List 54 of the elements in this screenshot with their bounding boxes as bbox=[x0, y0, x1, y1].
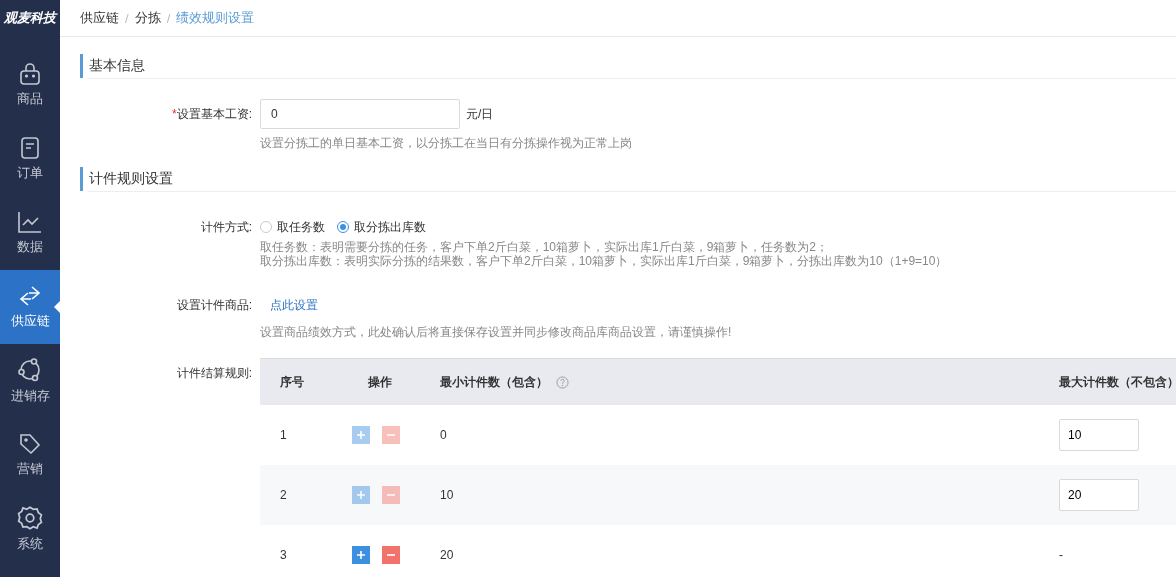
table-cell-text: - bbox=[1059, 548, 1064, 562]
table-cell-text: 1 bbox=[279, 428, 288, 442]
active-indicator bbox=[54, 301, 60, 313]
table-cell-text: 20 bbox=[439, 548, 455, 562]
plus-icon bbox=[356, 430, 366, 440]
settings-link[interactable]: 点此设置 bbox=[270, 296, 318, 314]
required-mark: * bbox=[172, 107, 177, 121]
column-header: 最小计件数（包含） bbox=[430, 373, 1059, 391]
nav-item[interactable]: 商品 bbox=[0, 48, 60, 122]
nav-item[interactable]: 系统 bbox=[0, 492, 60, 566]
table-cell-text: 0 bbox=[439, 428, 448, 442]
hint-text: 设置商品绩效方式，此处确认后将直接保存设置并同步修改商品库商品设置，请谨慎操作! bbox=[260, 325, 732, 339]
field-label: 设置计件商品: bbox=[175, 297, 252, 314]
nav-item[interactable]: 供应链 bbox=[0, 270, 60, 344]
salary-input[interactable]: 0 bbox=[260, 99, 460, 129]
column-header: 操作 bbox=[367, 373, 393, 391]
chart-icon bbox=[17, 210, 43, 234]
field-label: 计件方式: bbox=[199, 219, 252, 236]
hint-text: 取任务数：表明需要分拣的任务，客户下单2斤白菜，10箱萝卜，实际出库1斤白菜，9箱萝卜，任务数为2； bbox=[260, 240, 830, 254]
bag-icon bbox=[18, 62, 42, 86]
remove-row-button[interactable] bbox=[382, 546, 400, 564]
max-count-input[interactable]: 20 bbox=[1059, 479, 1139, 511]
cycle-icon bbox=[17, 357, 43, 383]
breadcrumb-item[interactable]: 分拣 bbox=[134, 9, 161, 27]
unit-label: 元/日 bbox=[466, 105, 494, 123]
column-header: 最大计件数（不包含） bbox=[1059, 373, 1176, 391]
table-cell-text: 3 bbox=[279, 548, 288, 562]
settings-icon bbox=[17, 505, 43, 531]
table-cell-text: 10 bbox=[439, 488, 455, 502]
nav-item[interactable]: 进销存 bbox=[0, 344, 60, 418]
swap-arrows-icon bbox=[17, 284, 43, 308]
plus-icon bbox=[356, 550, 366, 560]
document-icon bbox=[18, 136, 42, 160]
radio-option[interactable]: 取分拣出库数 bbox=[337, 218, 426, 236]
logo: 观麦科技 bbox=[2, 9, 59, 27]
radio-option[interactable]: 取任务数 bbox=[260, 218, 325, 236]
breadcrumb-item[interactable]: 供应链 bbox=[80, 9, 119, 27]
table-cell-text: 2 bbox=[279, 488, 288, 502]
help-icon[interactable] bbox=[556, 375, 569, 389]
column-header: 序号 bbox=[279, 373, 305, 391]
field-label: 计件结算规则: bbox=[175, 365, 252, 382]
nav-item[interactable]: 营销 bbox=[0, 418, 60, 492]
nav-item[interactable]: 数据 bbox=[0, 196, 60, 270]
add-row-button[interactable] bbox=[352, 546, 370, 564]
breadcrumb-separator: / bbox=[125, 10, 129, 26]
tag-icon bbox=[18, 432, 42, 456]
plus-icon bbox=[356, 490, 366, 500]
field-label: *设置基本工资: bbox=[171, 106, 252, 123]
hint-text: 设置分拣工的单日基本工资，以分拣工在当日有分拣操作视为正常上岗 bbox=[260, 136, 632, 150]
breadcrumb-item: 绩效规则设置 bbox=[176, 9, 255, 27]
nav-item[interactable]: 订单 bbox=[0, 122, 60, 196]
hint-text: 取分拣出库数：表明实际分拣的结果数，客户下单2斤白菜，10箱萝卜，实际出库1斤白菜，9箱萝卜，分拣出库数为10（1+9=10） bbox=[260, 254, 949, 268]
breadcrumb-separator: / bbox=[166, 10, 171, 26]
max-count-input[interactable]: 10 bbox=[1059, 419, 1139, 451]
